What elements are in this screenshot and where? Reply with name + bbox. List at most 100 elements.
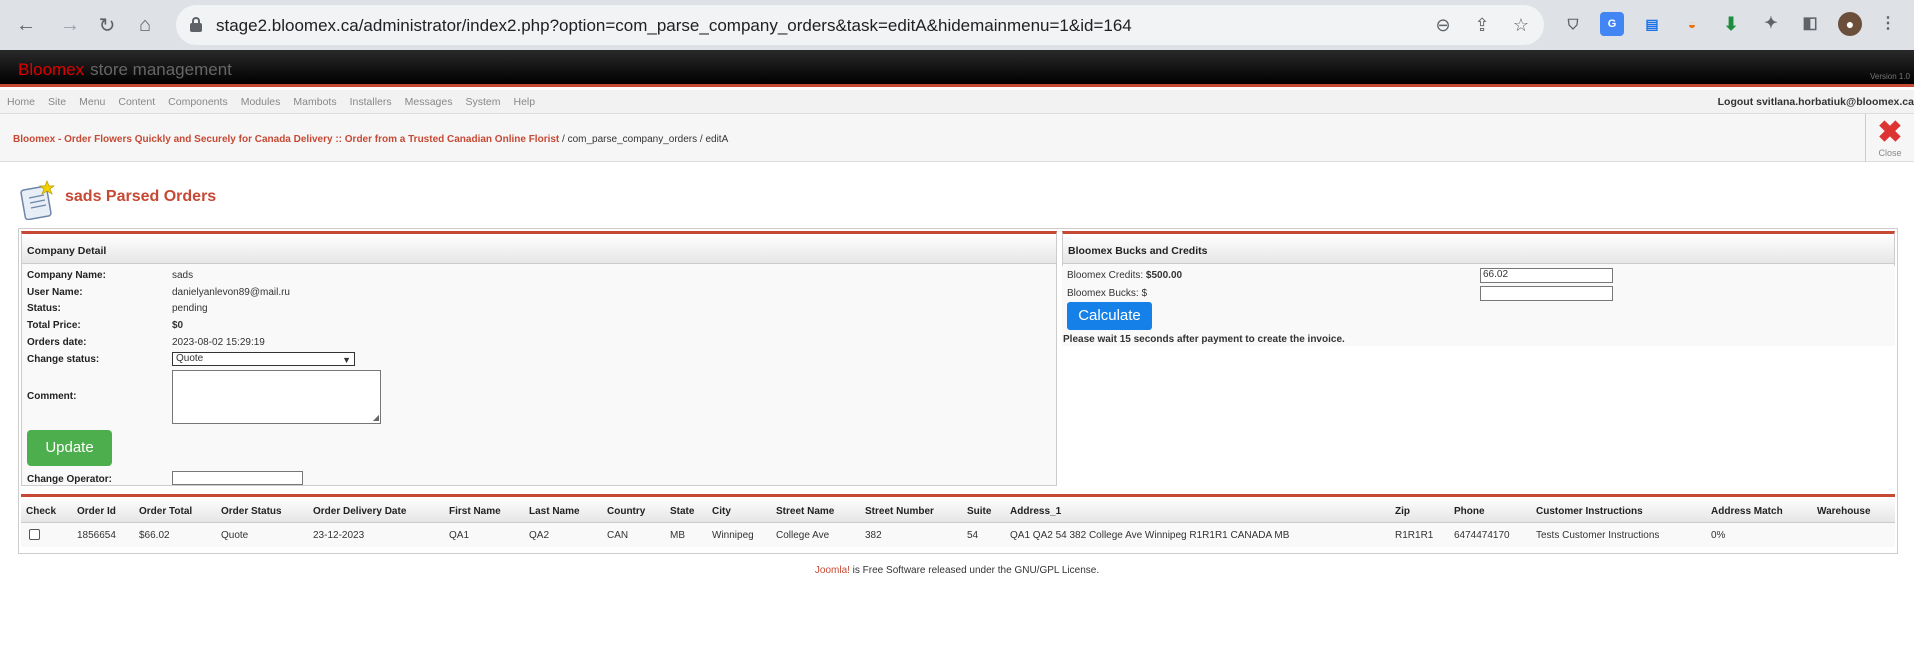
calculate-button[interactable]: Calculate [1067, 302, 1152, 330]
col-street-name[interactable]: Street Name [776, 506, 834, 517]
col-check: Check [26, 506, 57, 517]
col-address-1[interactable]: Address_1 [1010, 506, 1061, 517]
street-number-cell: 382 [865, 530, 882, 541]
col-order-status[interactable]: Order Status [221, 506, 282, 517]
col-customer-instructions[interactable]: Customer Instructions [1536, 506, 1643, 517]
side-panel-icon[interactable]: ◧ [1798, 12, 1822, 36]
user-name-value: danielyanlevon89@mail.ru [172, 287, 290, 298]
col-first-name[interactable]: First Name [449, 506, 501, 517]
customer-instructions-cell: Tests Customer Instructions [1536, 530, 1660, 541]
col-city[interactable]: City [712, 506, 731, 517]
change-status-value: Quote [176, 353, 204, 364]
order-id-link[interactable]: 1856654 [77, 530, 116, 541]
logout-link[interactable]: Logout svitlana.horbatiuk@bloomex.ca [1718, 96, 1914, 108]
pathway-bar: Bloomex - Order Flowers Quickly and Secu… [0, 114, 1914, 162]
col-state[interactable]: State [670, 506, 694, 517]
company-detail-heading: Company Detail [22, 234, 1056, 264]
url-text[interactable]: stage2.bloomex.ca/administrator/index2.p… [216, 16, 1132, 36]
company-detail-panel: Company Detail Company Name: sads User N… [21, 231, 1057, 486]
col-country[interactable]: Country [607, 506, 645, 517]
menu-item-menu[interactable]: Menu [72, 90, 111, 108]
comment-textarea[interactable]: ◢ [172, 370, 381, 424]
table-header: Check Order Id Order Total Order Status … [21, 497, 1895, 523]
menu-item-content[interactable]: Content [111, 90, 161, 108]
credits-input[interactable]: 66.02 [1480, 268, 1613, 283]
orders-date-value: 2023-08-02 15:29:19 [172, 337, 265, 348]
document-extension-icon[interactable]: ▤ [1640, 12, 1664, 36]
orders-table: Check Order Id Order Total Order Status … [21, 494, 1895, 547]
breadcrumb-rest: / com_parse_company_orders / editA [559, 134, 729, 145]
extensions-puzzle-icon[interactable]: ✦ [1759, 12, 1783, 36]
menu-item-help[interactable]: Help [506, 90, 541, 108]
address-bar[interactable]: stage2.bloomex.ca/administrator/index2.p… [176, 5, 1544, 45]
breadcrumb-home-link[interactable]: Bloomex - Order Flowers Quickly and Secu… [13, 134, 559, 145]
avatar[interactable]: ● [1838, 12, 1862, 36]
home-icon[interactable]: ⌂ [131, 11, 159, 39]
bucks-input[interactable] [1480, 286, 1613, 301]
menu-item-system[interactable]: System [458, 90, 506, 108]
admin-header: Bloomex store management Version 1.0 [0, 50, 1914, 87]
phone-cell: 6474474170 [1454, 530, 1510, 541]
joomla-link[interactable]: Joomla! [815, 565, 850, 576]
change-operator-label: Change Operator: [27, 474, 113, 485]
logo: Bloomex store management [18, 60, 232, 79]
close-button[interactable]: ✖ Close [1865, 114, 1914, 162]
notepad-icon [20, 180, 56, 220]
last-name-cell: QA2 [529, 530, 550, 541]
menu-item-modules[interactable]: Modules [234, 90, 287, 108]
col-suite[interactable]: Suite [967, 506, 991, 517]
footer: Joomla! is Free Software released under … [0, 565, 1914, 576]
col-order-id[interactable]: Order Id [77, 506, 116, 517]
status-value: pending [172, 303, 208, 314]
menu-item-installers[interactable]: Installers [343, 90, 398, 108]
invoice-note: Please wait 15 seconds after payment to … [1063, 334, 1345, 345]
total-price-value: $0 [172, 320, 184, 331]
menu-item-messages[interactable]: Messages [398, 90, 459, 108]
col-address-match[interactable]: Address Match [1711, 506, 1783, 517]
order-total-cell: $66.02 [139, 530, 170, 541]
menu-item-home[interactable]: Home [0, 90, 41, 108]
col-street-number[interactable]: Street Number [865, 506, 934, 517]
admin-menu: Home Site Menu Content Components Module… [0, 90, 1914, 114]
zoom-icon[interactable]: ⊖ [1432, 14, 1454, 36]
translate-extension-icon[interactable]: G [1600, 12, 1624, 36]
col-zip[interactable]: Zip [1395, 506, 1410, 517]
more-menu-icon[interactable]: ⋮ [1876, 12, 1900, 36]
col-order-total[interactable]: Order Total [139, 506, 192, 517]
share-icon[interactable]: ⇪ [1471, 14, 1493, 36]
comment-label: Comment: [27, 391, 77, 402]
menu-item-mambots[interactable]: Mambots [286, 90, 342, 108]
reload-icon[interactable]: ↻ [93, 11, 121, 39]
row-checkbox[interactable] [29, 529, 40, 540]
order-status-cell: Quote [221, 530, 249, 541]
back-icon[interactable]: ← [12, 11, 40, 39]
shield-extension-icon[interactable]: ⛉ [1561, 12, 1585, 36]
bookmark-star-icon[interactable]: ☆ [1510, 14, 1532, 36]
first-name-cell: QA1 [449, 530, 470, 541]
col-phone[interactable]: Phone [1454, 506, 1485, 517]
update-button[interactable]: Update [27, 430, 112, 466]
total-price-label: Total Price: [27, 320, 81, 331]
delivery-date-cell: 23-12-2023 [313, 530, 365, 541]
bucks-credits-panel: Bloomex Bucks and Credits [1062, 231, 1895, 266]
page-title: sads Parsed Orders [65, 188, 217, 205]
credits-value: $500.00 [1145, 270, 1183, 281]
street-name-cell: College Ave [776, 530, 830, 541]
color-extension-icon[interactable]: ◒ [1680, 12, 1704, 36]
table-row: 1856654 $66.02 Quote 23-12-2023 QA1 QA2 … [21, 523, 1895, 547]
forward-icon[interactable]: → [56, 11, 84, 39]
col-last-name[interactable]: Last Name [529, 506, 580, 517]
chevron-down-icon: ▼ [342, 355, 351, 365]
col-warehouse[interactable]: Warehouse [1817, 506, 1871, 517]
change-status-select[interactable]: Quote ▼ [172, 352, 355, 366]
change-operator-input[interactable] [172, 471, 303, 485]
resize-grip-icon[interactable]: ◢ [373, 413, 379, 422]
version-label: Version 1.0 [1869, 72, 1910, 81]
menu-item-components[interactable]: Components [161, 90, 234, 108]
address-1-cell: QA1 QA2 54 382 College Ave Winnipeg R1R1… [1010, 530, 1290, 541]
download-icon[interactable]: ⬇ [1719, 12, 1743, 36]
close-label: Close [1878, 148, 1902, 158]
col-delivery-date[interactable]: Order Delivery Date [313, 506, 406, 517]
breadcrumb: Bloomex - Order Flowers Quickly and Secu… [13, 134, 728, 145]
menu-item-site[interactable]: Site [41, 90, 72, 108]
